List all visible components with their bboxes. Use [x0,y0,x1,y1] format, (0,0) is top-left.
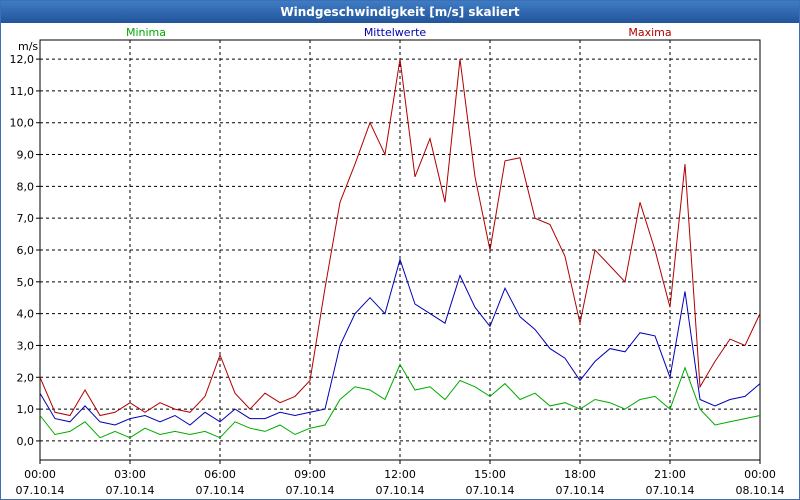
x-tick-time: 03:00 [114,468,146,481]
y-tick-label: 5,0 [17,276,35,289]
x-tick-date: 07.10.14 [646,484,695,497]
x-tick-time: 18:00 [564,468,596,481]
x-tick-date: 07.10.14 [196,484,245,497]
y-axis-ticks: 0,0 1,0 2,0 3,0 4,0 5,0 6,0 7,0 8,0 9,0 10,0 11,0 12… [10,53,40,448]
line-chart: 0,0 1,0 2,0 3,0 4,0 5,0 6,0 7,0 8,0 9,0 10,0 11,0 12… [10,26,785,497]
legend: Minima Mittelwerte Maxima [126,26,672,39]
x-tick-time: 06:00 [204,468,236,481]
y-tick-label: 8,0 [17,180,35,193]
x-tick-time: 21:00 [654,468,686,481]
y-tick-label: 6,0 [17,244,35,257]
y-tick-label: 11,0 [10,85,35,98]
y-tick-label: 2,0 [17,371,35,384]
legend-item-mittelwerte: Mittelwerte [364,26,427,39]
x-tick-date: 07.10.14 [16,484,65,497]
x-tick-date: 07.10.14 [466,484,515,497]
x-tick-date: 08.10.14 [736,484,785,497]
y-tick-label: 1,0 [17,403,35,416]
x-tick-date: 07.10.14 [286,484,335,497]
y-tick-label: 3,0 [17,339,35,352]
y-tick-label: 4,0 [17,308,35,321]
x-tick-time: 15:00 [474,468,506,481]
x-tick-date: 07.10.14 [106,484,155,497]
y-axis-unit: m/s [18,40,38,53]
y-tick-label: 9,0 [17,149,35,162]
x-axis-ticks: 00:00 07.10.14 03:00 07.10.14 06:00 07.10.14 0… [16,460,785,497]
x-tick-date: 07.10.14 [556,484,605,497]
y-tick-label: 10,0 [10,117,35,130]
x-tick-time: 09:00 [294,468,326,481]
x-tick-date: 07.10.14 [376,484,425,497]
y-tick-label: 0,0 [17,435,35,448]
x-tick-time: 12:00 [384,468,416,481]
legend-item-maxima: Maxima [628,26,671,39]
y-tick-label: 12,0 [10,53,35,66]
x-tick-time: 00:00 [24,468,56,481]
x-tick-time: 00:00 [744,468,776,481]
y-tick-label: 7,0 [17,212,35,225]
legend-item-minima: Minima [126,26,166,39]
